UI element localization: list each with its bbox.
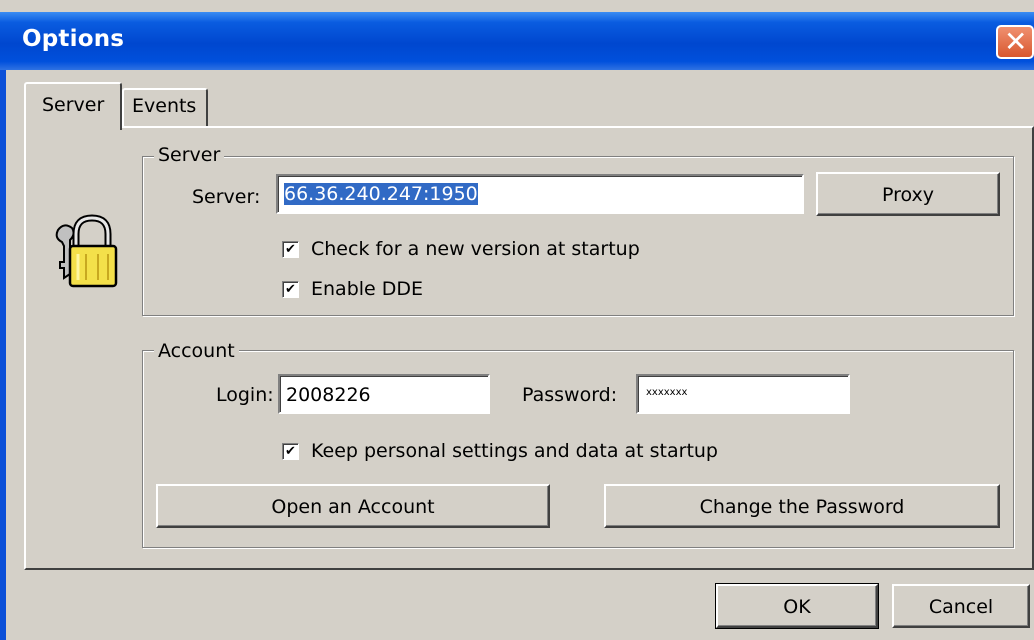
- open-account-button-label: Open an Account: [271, 496, 435, 518]
- server-group-title: Server: [154, 144, 225, 166]
- login-label: Login:: [216, 384, 274, 406]
- dialog-client-area: Server Events Server Server: 66.36.240.2…: [6, 70, 1034, 640]
- tab-server-label: Server: [42, 94, 105, 116]
- proxy-button[interactable]: Proxy: [816, 172, 1000, 216]
- title-bar[interactable]: Options ✕: [0, 12, 1034, 70]
- tab-events-label: Events: [132, 95, 197, 117]
- tab-events[interactable]: Events: [122, 88, 208, 126]
- close-button[interactable]: ✕: [996, 25, 1034, 59]
- checkmark-icon: ✔: [285, 241, 296, 257]
- keep-settings-row[interactable]: ✔ Keep personal settings and data at sta…: [282, 440, 718, 462]
- check-version-checkbox[interactable]: ✔: [282, 240, 299, 258]
- password-label: Password:: [522, 384, 618, 406]
- proxy-button-label: Proxy: [881, 184, 935, 206]
- account-group-title: Account: [154, 340, 239, 362]
- cancel-button[interactable]: Cancel: [892, 584, 1030, 628]
- server-label: Server:: [192, 186, 261, 208]
- open-account-button[interactable]: Open an Account: [156, 484, 550, 528]
- close-icon: ✕: [1004, 25, 1028, 58]
- check-version-label: Check for a new version at startup: [311, 238, 640, 260]
- check-version-row[interactable]: ✔ Check for a new version at startup: [282, 238, 640, 260]
- change-password-button-label: Change the Password: [699, 496, 905, 518]
- ok-button[interactable]: OK: [715, 583, 879, 629]
- server-input-value: 66.36.240.247:1950: [284, 183, 478, 205]
- change-password-button[interactable]: Change the Password: [604, 484, 1000, 528]
- keep-settings-label: Keep personal settings and data at start…: [311, 440, 718, 462]
- tab-server[interactable]: Server: [24, 82, 122, 130]
- checkmark-icon: ✔: [285, 281, 296, 297]
- enable-dde-label: Enable DDE: [311, 278, 424, 300]
- server-input[interactable]: 66.36.240.247:1950: [276, 174, 804, 214]
- options-dialog: Options ✕ Server Events Server Server: 6: [0, 0, 1034, 640]
- lock-keys-icon: [55, 214, 118, 288]
- checkmark-icon: ✔: [285, 443, 296, 459]
- ok-button-label: OK: [783, 596, 811, 618]
- enable-dde-checkbox[interactable]: ✔: [282, 280, 299, 298]
- login-input[interactable]: 2008226: [278, 374, 490, 414]
- login-input-value: 2008226: [286, 384, 371, 406]
- enable-dde-row[interactable]: ✔ Enable DDE: [282, 278, 423, 300]
- password-input-value: xxxxxxx: [646, 387, 688, 398]
- window-title: Options: [22, 26, 125, 52]
- cancel-button-label: Cancel: [928, 596, 994, 618]
- keep-settings-checkbox[interactable]: ✔: [282, 442, 299, 460]
- password-input[interactable]: xxxxxxx: [636, 374, 850, 414]
